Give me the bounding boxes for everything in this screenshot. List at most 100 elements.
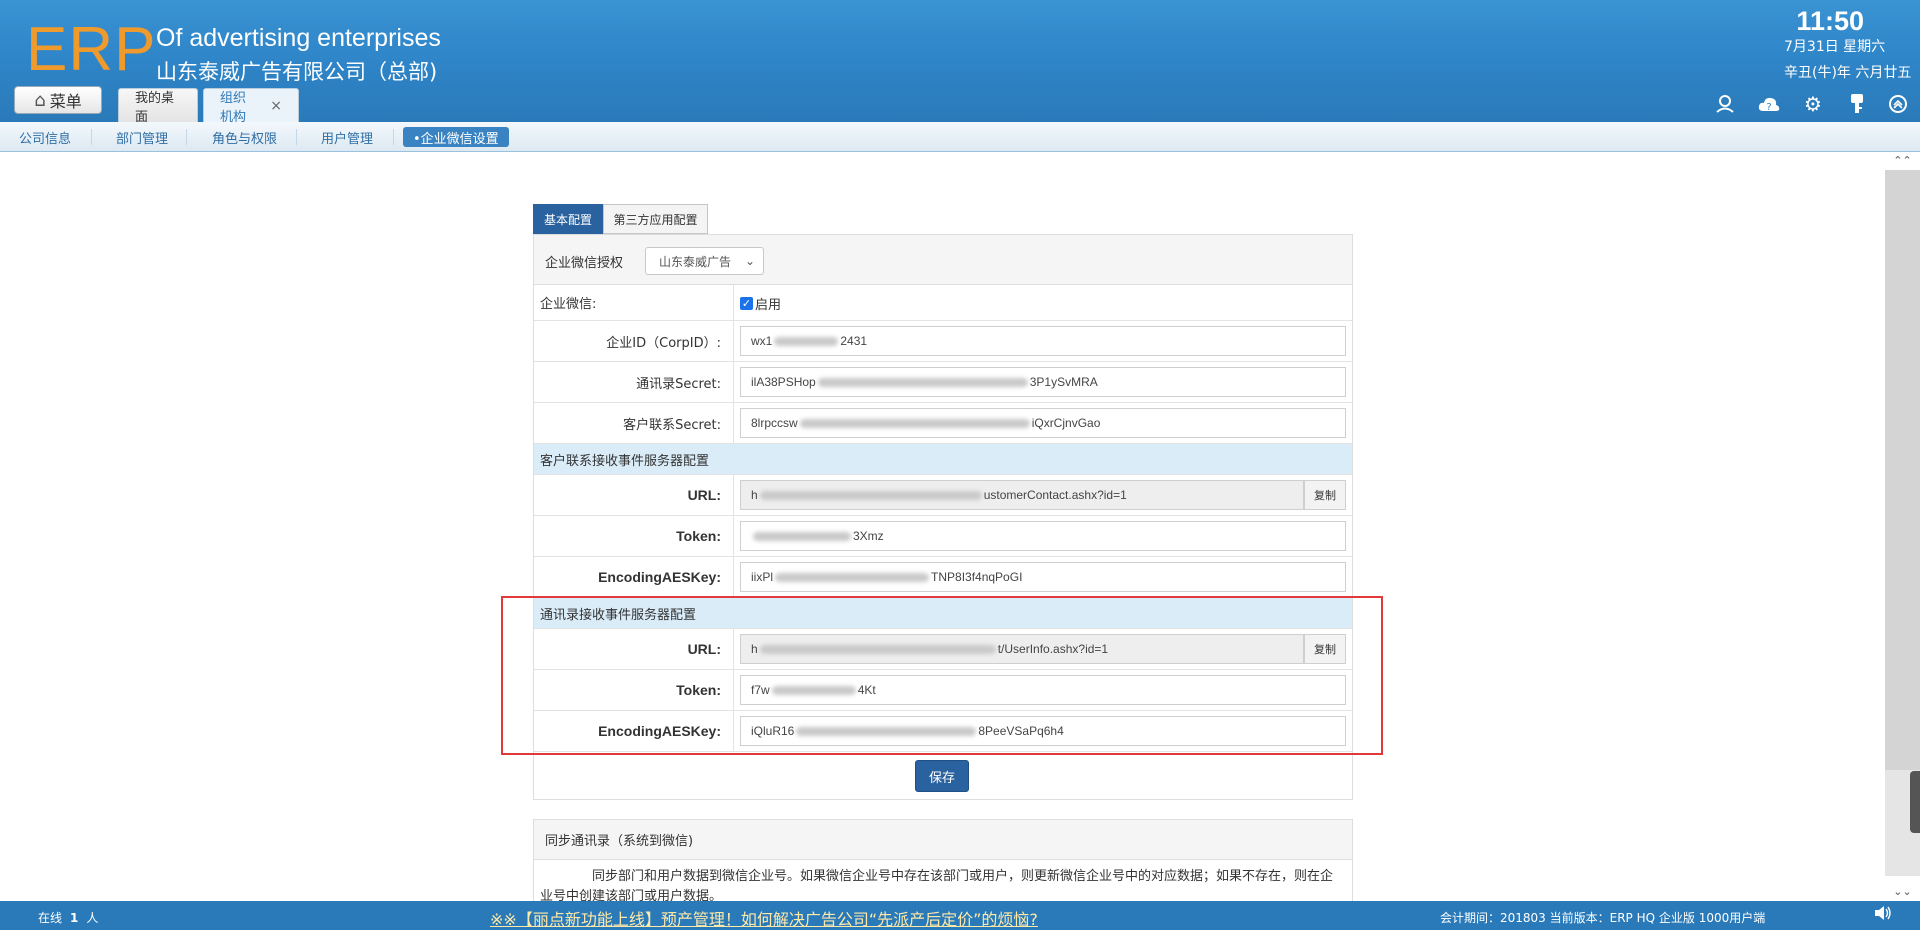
customer-aes-row: EncodingAESKey: iixPl TNP8I3f4nqPoGI — [534, 557, 1352, 598]
online-label: 在线 — [38, 911, 63, 925]
redacted-text — [759, 644, 996, 654]
corp-id-row: 企业ID（CorpID）: wx1 2431 — [534, 321, 1352, 362]
gear-icon[interactable]: ⚙ — [1801, 92, 1825, 116]
tab-third-party-config[interactable]: 第三方应用配置 — [603, 204, 708, 234]
customer-event-section-title: 客户联系接收事件服务器配置 — [534, 444, 1352, 475]
field-text-start: wx1 — [751, 334, 773, 348]
contacts-aes-label: EncodingAESKey: — [534, 711, 734, 751]
subnav-divider — [296, 129, 297, 145]
auth-select-value: 山东泰威广告 — [659, 254, 732, 269]
redacted-text — [799, 418, 1030, 428]
field-text-end: TNP8I3f4nqPoGI — [931, 570, 1023, 584]
redacted-text — [753, 531, 851, 541]
lunar-date: 辛丑(牛)年 六月廿五 — [1784, 65, 1912, 81]
clock-date: 7月31日 星期六 — [1784, 39, 1886, 55]
enable-checkbox-wrap[interactable]: ✓ 启用 — [740, 294, 781, 313]
redacted-text — [817, 377, 1028, 387]
field-text-end: ustomerContact.ashx?id=1 — [983, 488, 1127, 502]
subnav-roles[interactable]: 角色与权限 — [212, 127, 277, 147]
customer-secret-row: 客户联系Secret: 8lrpccsw iQxrCjnvGao — [534, 403, 1352, 444]
contacts-url-field[interactable]: h t/UserInfo.ashx?id=1 — [740, 634, 1304, 664]
subnav-company-info[interactable]: 公司信息 — [19, 127, 71, 147]
subnav-wechat-settings[interactable]: •企业微信设置 — [403, 127, 509, 147]
chevron-down-icon: ⌄ — [744, 254, 755, 268]
redacted-text — [759, 490, 982, 500]
subnav-divider — [91, 129, 92, 145]
app-logo: ERP — [26, 15, 157, 84]
subnav-divider — [393, 129, 394, 145]
contacts-aes-field[interactable]: iQluR16 8PeeVSaPq6h4 — [740, 716, 1346, 746]
field-text-start: h — [751, 488, 758, 502]
field-text-end: 4Kt — [857, 683, 876, 697]
tab-label: 组织机构 — [220, 90, 247, 125]
subnav-divider — [186, 129, 187, 145]
field-text-start: iixPl — [751, 570, 774, 584]
home-icon: ⌂ — [34, 89, 46, 111]
subnav-department[interactable]: 部门管理 — [116, 127, 168, 147]
field-text-end: 8PeeVSaPq6h4 — [978, 724, 1064, 738]
app-header: ERP Of advertising enterprises 山东泰威广告有限公… — [0, 0, 1920, 125]
online-unit: 人 — [86, 911, 99, 925]
sync-contacts-panel: 同步通讯录（系统到微信) 同步部门和用户数据到微信企业号。如果微信企业号中存在该… — [533, 819, 1353, 904]
config-panel: 企业微信授权 山东泰威广告 ⌄ 企业微信: ✓ 启用 企业ID（CorpID）:… — [533, 234, 1353, 800]
field-text-end: t/UserInfo.ashx?id=1 — [997, 642, 1109, 656]
contacts-secret-label: 通讯录Secret: — [534, 362, 734, 402]
auth-label: 企业微信授权 — [545, 256, 624, 271]
customer-token-field[interactable]: 3Xmz — [740, 521, 1346, 551]
customer-url-copy-button[interactable]: 复制 — [1304, 480, 1346, 510]
field-text-start: f7w — [751, 683, 770, 697]
redacted-text — [771, 685, 856, 695]
contacts-token-row: Token: f7w 4Kt — [534, 670, 1352, 711]
company-name-cn: 山东泰威广告有限公司（总部) — [156, 60, 438, 84]
contacts-secret-field[interactable]: ilA38PSHop 3P1ySvMRA — [740, 367, 1346, 397]
scroll-down-icon[interactable]: ⌄⌄ — [1885, 883, 1920, 899]
field-text-end: 3Xmz — [853, 529, 884, 543]
tab-organization[interactable]: 组织机构 × — [203, 88, 299, 125]
version-info: 会计期间：201803 当前版本：ERP HQ 企业版 1000用户端 — [1440, 911, 1766, 925]
tab-my-desktop[interactable]: 我的桌面 — [118, 88, 198, 125]
customer-url-label: URL: — [534, 475, 734, 515]
customer-url-row: URL: h ustomerContact.ashx?id=1 复制 — [534, 475, 1352, 516]
main-menu-button[interactable]: ⌂ 菜单 — [14, 86, 102, 114]
scroll-up-icon[interactable]: ⌃⌃ — [1885, 152, 1920, 168]
svg-text:?: ? — [1766, 102, 1771, 113]
collapse-icon[interactable] — [1886, 92, 1910, 116]
enable-label: 企业微信: — [534, 285, 734, 320]
key-icon[interactable] — [1845, 92, 1869, 116]
online-count: 1 — [70, 911, 79, 925]
corp-id-field[interactable]: wx1 2431 — [740, 326, 1346, 356]
field-text-end: iQxrCjnvGao — [1031, 416, 1101, 430]
contacts-url-row: URL: h t/UserInfo.ashx?id=1 复制 — [534, 629, 1352, 670]
close-icon[interactable]: × — [270, 98, 282, 114]
enable-checkbox[interactable]: ✓ — [740, 297, 753, 310]
contacts-url-copy-button[interactable]: 复制 — [1304, 634, 1346, 664]
field-text-end: 3P1ySvMRA — [1029, 375, 1098, 389]
customer-token-row: Token: 3Xmz — [534, 516, 1352, 557]
news-link[interactable]: ※※【丽点新功能上线】预产管理！如何解决广告公司“先派产后定价”的烦恼? — [490, 906, 1038, 930]
subnav-users[interactable]: 用户管理 — [321, 127, 373, 147]
contacts-token-field[interactable]: f7w 4Kt — [740, 675, 1346, 705]
customer-aes-label: EncodingAESKey: — [534, 557, 734, 597]
user-icon[interactable] — [1713, 92, 1737, 116]
tab-basic-config[interactable]: 基本配置 — [533, 204, 603, 234]
enable-checkbox-label: 启用 — [755, 298, 782, 313]
customer-secret-field[interactable]: 8lrpccsw iQxrCjnvGao — [740, 408, 1346, 438]
save-button[interactable]: 保存 — [915, 760, 969, 792]
contacts-url-label: URL: — [534, 629, 734, 669]
speaker-icon[interactable] — [1874, 905, 1892, 926]
enable-row: 企业微信: ✓ 启用 — [534, 285, 1352, 321]
customer-aes-field[interactable]: iixPl TNP8I3f4nqPoGI — [740, 562, 1346, 592]
field-text-end: 2431 — [840, 334, 868, 348]
company-name-en: Of advertising enterprises — [156, 24, 441, 52]
help-cloud-icon[interactable]: ? — [1757, 92, 1781, 116]
clock-time: 11:50 — [1796, 6, 1864, 36]
field-text-start: ilA38PSHop — [751, 375, 816, 389]
side-panel-handle[interactable] — [1910, 771, 1920, 833]
customer-url-field[interactable]: h ustomerContact.ashx?id=1 — [740, 480, 1304, 510]
online-status: 在线 1 人 — [38, 909, 98, 926]
redacted-text — [775, 572, 930, 582]
status-bar: 在线 1 人 ※※【丽点新功能上线】预产管理！如何解决广告公司“先派产后定价”的烦恼… — [0, 901, 1920, 930]
customer-secret-label: 客户联系Secret: — [534, 403, 734, 443]
scroll-thumb[interactable] — [1885, 170, 1920, 770]
auth-select[interactable]: 山东泰威广告 ⌄ — [645, 247, 764, 275]
